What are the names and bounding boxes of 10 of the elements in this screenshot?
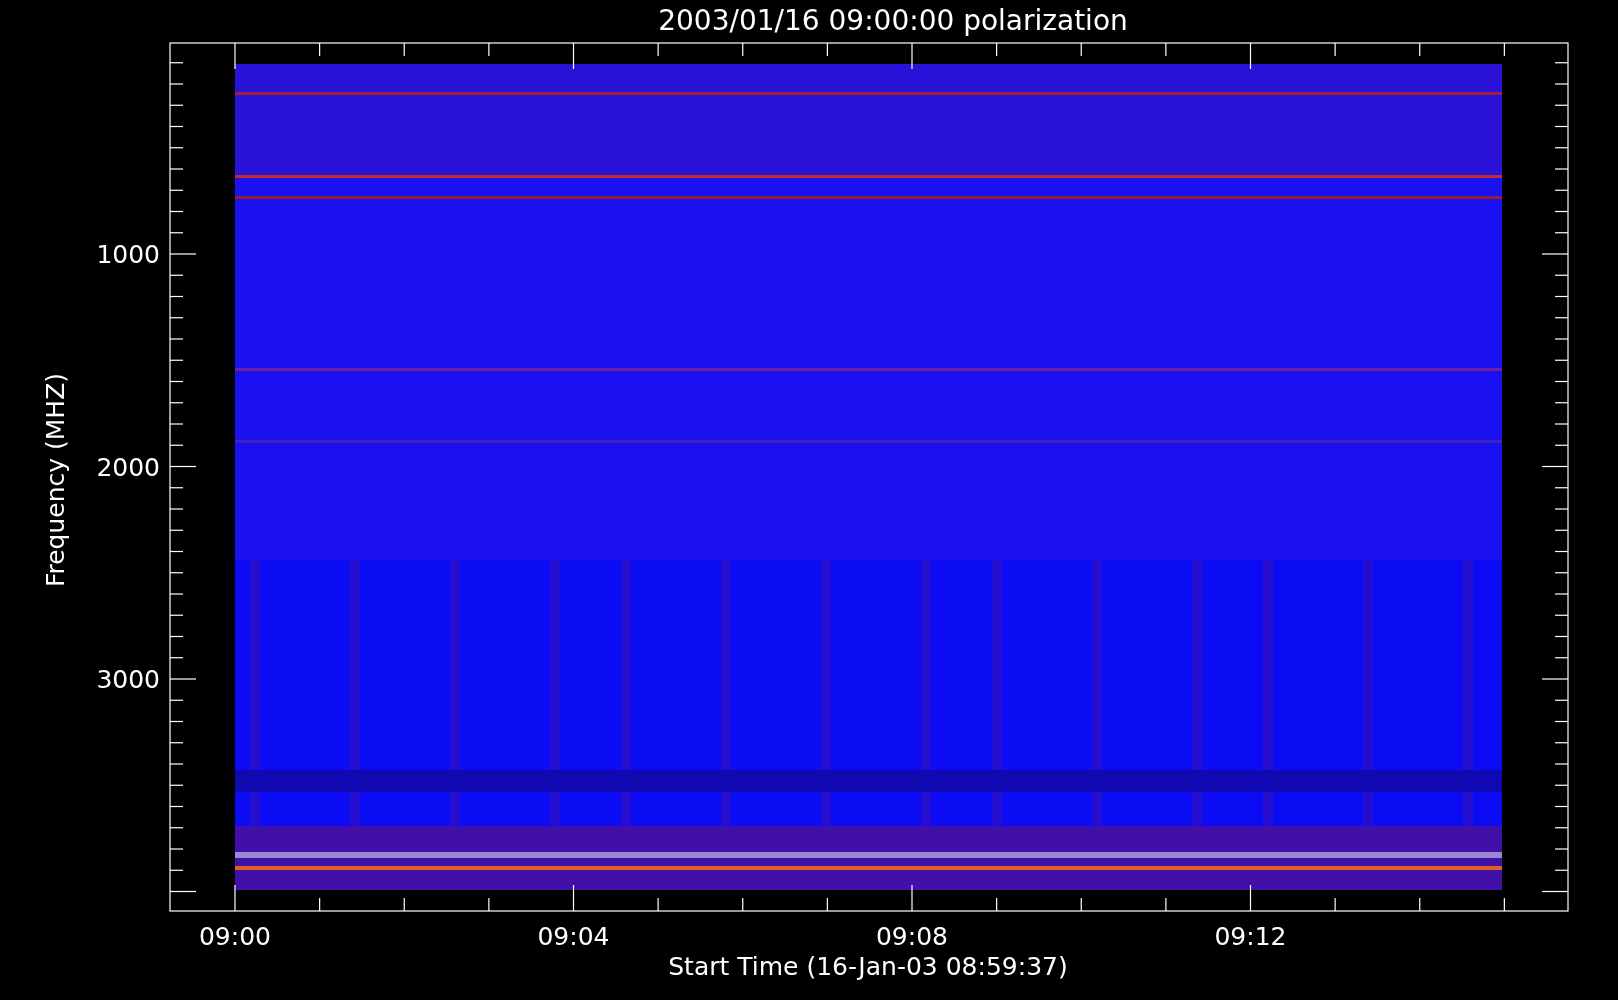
x-tick-label: 09:12	[1214, 922, 1287, 951]
x-tick-label: 09:00	[199, 922, 271, 951]
y-tick-label: 3000	[96, 665, 160, 694]
x-tick-label: 09:08	[876, 922, 948, 951]
plot-title: 2003/01/16 09:00:00 polarization	[658, 4, 1128, 37]
y-axis-label: Frequency (MHZ)	[41, 372, 70, 588]
x-axis-label: Start Time (16-Jan-03 08:59:37)	[668, 952, 1068, 981]
x-tick-label: 09:04	[537, 922, 610, 951]
y-tick-label: 2000	[96, 452, 160, 482]
y-tick-label: 1000	[96, 240, 160, 269]
